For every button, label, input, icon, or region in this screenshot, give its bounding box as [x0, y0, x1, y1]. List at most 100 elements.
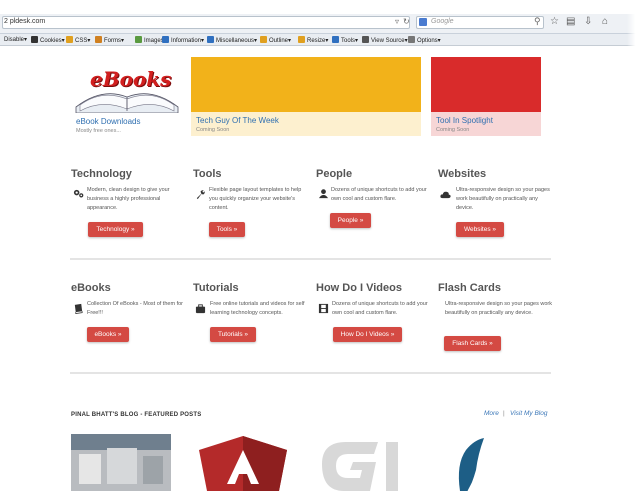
tile-footer: Tool In Spotlight Coming Soon [431, 112, 541, 136]
resize-icon [298, 36, 305, 43]
section-heading: Websites [438, 168, 487, 180]
css-icon [66, 36, 73, 43]
section-text: Ultra-responsive design so your pages wo… [456, 187, 550, 211]
blog-thumbnail[interactable] [316, 434, 416, 491]
blog-thumbnail[interactable] [71, 434, 171, 491]
tile-title[interactable]: Tool In Spotlight [436, 116, 493, 125]
images-icon [135, 36, 142, 43]
tile-footer: eBook Downloads Mostly free ones... [72, 113, 182, 137]
toolbar-menu-cookies[interactable]: Cookies▾ [31, 36, 65, 44]
toolbar-menu-label: Cookies▾ [40, 38, 65, 44]
section-heading: People [316, 168, 353, 180]
address-text: 2 pldesk.com [4, 18, 46, 25]
tile-subtitle: Coming Soon [436, 127, 470, 133]
web-developer-toolbar: Disable▾ Cookies▾ CSS▾ Forms▾ Images▾ Informa… [0, 34, 641, 46]
home-icon[interactable]: ⌂ [602, 16, 608, 27]
cookies-icon [31, 36, 38, 43]
toolbar-menu-miscellaneous[interactable]: Miscellaneous▾ [207, 36, 257, 44]
section-heading: eBooks [71, 282, 111, 294]
tile-image [191, 57, 421, 112]
bookmarks-icon[interactable]: ▤ [566, 16, 575, 27]
miscellaneous-icon [207, 36, 214, 43]
briefcase-icon [195, 304, 206, 314]
toolbar-menu-label: Miscellaneous▾ [216, 38, 258, 44]
toolbar-menu-label: Tools▾ [341, 38, 359, 44]
download-icon[interactable]: ⇩ [584, 16, 592, 27]
information-icon [162, 36, 169, 43]
user-icon [318, 189, 329, 199]
toolbar-menu-label: Outline▾ [269, 38, 292, 44]
gears-icon [73, 189, 84, 198]
reload-icon[interactable]: ↻ [403, 17, 410, 26]
film-icon [318, 303, 329, 314]
section-heading: Tutorials [193, 282, 239, 294]
address-field[interactable] [2, 16, 410, 29]
technology-button[interactable]: Technology » [88, 222, 143, 237]
tile-subtitle: Coming Soon [196, 127, 230, 133]
toolbar-menu-view-source[interactable]: View Source▾ [362, 36, 408, 44]
more-link[interactable]: More [484, 410, 499, 417]
outline-icon [260, 36, 267, 43]
toolbar-menu-label: Disable▾ [4, 37, 28, 43]
section-text: Dozens of unique shortcuts to add your o… [332, 301, 428, 316]
search-placeholder: Google [431, 18, 454, 25]
ebooks-button[interactable]: eBooks » [87, 327, 129, 342]
options-icon [408, 36, 415, 43]
blog-heading: PINAL BHATT'S BLOG - FEATURED POSTS [71, 412, 202, 418]
toolbar-menu-outline[interactable]: Outline▾ [260, 36, 291, 44]
view-source-icon [362, 36, 369, 43]
tile-image [431, 57, 541, 112]
flash-cards-button[interactable]: Flash Cards » [444, 336, 501, 351]
toolbar-menu-forms[interactable]: Forms▾ [95, 36, 124, 44]
toolbar-menu-css[interactable]: CSS▾ [66, 36, 90, 44]
blog-thumbnail[interactable] [438, 434, 538, 491]
section-text: Dozens of unique shortcuts to add your o… [331, 187, 427, 202]
section-heading: Tools [193, 168, 222, 180]
tile-title[interactable]: Tech Guy Of The Week [196, 116, 279, 125]
visit-blog-link[interactable]: Visit My Blog [510, 410, 547, 417]
section-divider [70, 258, 551, 260]
toolbar-menu-label: Information▾ [171, 38, 205, 44]
tutorials-button[interactable]: Tutorials » [210, 327, 256, 342]
section-text: Collection Of eBooks - Most of them for … [87, 301, 183, 316]
dropdown-icon[interactable]: ▿ [395, 17, 399, 26]
ebooks-logo-text: eBooks [90, 67, 172, 91]
blog-thumbnail[interactable] [193, 434, 293, 491]
section-heading: Technology [71, 168, 132, 180]
tile-tool-spotlight[interactable]: Tool In Spotlight Coming Soon [431, 57, 541, 136]
forms-icon [95, 36, 102, 43]
tile-subtitle: Mostly free ones... [76, 128, 121, 134]
tile-title[interactable]: eBook Downloads [76, 117, 140, 126]
link-separator: | [503, 410, 505, 417]
section-divider [70, 372, 551, 374]
toolbar-menu-label: View Source▾ [371, 38, 408, 44]
search-icon[interactable]: ⚲ [534, 16, 541, 27]
page-edge [627, 0, 641, 491]
toolbar-menu-label: CSS▾ [75, 38, 91, 44]
wrench-icon [196, 190, 205, 200]
section-heading: Flash Cards [438, 282, 501, 294]
tile-footer: Tech Guy Of The Week Coming Soon [191, 112, 421, 136]
cloud-icon [440, 191, 451, 199]
websites-button[interactable]: Websites » [456, 222, 504, 237]
people-button[interactable]: People » [330, 213, 371, 228]
tools-icon [332, 36, 339, 43]
how-do-i-videos-button[interactable]: How Do I Videos » [333, 327, 402, 342]
bookmark-star-icon[interactable]: ☆ [550, 16, 559, 27]
toolbar-menu-label: Options▾ [417, 38, 441, 44]
section-heading: How Do I Videos [316, 282, 402, 294]
book-icon [74, 303, 83, 314]
toolbar-menu-resize[interactable]: Resize▾ [298, 36, 328, 44]
toolbar-menu-label: Forms▾ [104, 38, 125, 44]
tile-tech-guy[interactable]: Tech Guy Of The Week Coming Soon [191, 57, 421, 136]
section-text: Modern, clean design to give your busine… [87, 187, 170, 211]
toolbar-menu-options[interactable]: Options▾ [408, 36, 441, 44]
search-engine-icon[interactable] [419, 18, 427, 26]
toolbar-menu-tools[interactable]: Tools▾ [332, 36, 358, 44]
section-text: Free online tutorials and videos for sel… [210, 301, 305, 316]
toolbar-menu-disable[interactable]: Disable▾ [4, 36, 27, 43]
toolbar-menu-label: Resize▾ [307, 38, 329, 44]
tools-button[interactable]: Tools » [209, 222, 245, 237]
section-text: Ultra-responsive design so your pages wo… [445, 301, 552, 316]
toolbar-menu-information[interactable]: Information▾ [162, 36, 204, 44]
